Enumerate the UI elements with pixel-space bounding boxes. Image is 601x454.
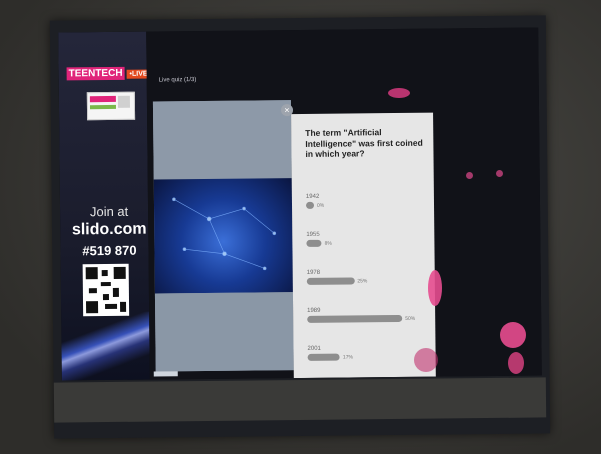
presentation-control[interactable] bbox=[153, 371, 178, 377]
poll-panel: The term "Artificial Intelligence" was f… bbox=[291, 112, 436, 379]
quiz-tab-label: Live quiz (1/3) bbox=[158, 77, 197, 84]
pink-light bbox=[508, 352, 524, 374]
poll-result-percent: 0% bbox=[316, 202, 325, 209]
poll-option: 1955 8% bbox=[306, 231, 426, 247]
pink-light bbox=[414, 348, 438, 372]
poll-option-year: 1978 bbox=[306, 269, 321, 276]
poll-result-bar bbox=[306, 239, 322, 247]
join-instructions: Join at slido.com #519 870 bbox=[70, 204, 149, 259]
pink-light bbox=[388, 88, 410, 98]
poll-option-year: 1955 bbox=[306, 231, 320, 238]
poll-option: 1942 0% bbox=[306, 193, 426, 209]
poll-result-bar bbox=[307, 314, 403, 323]
close-icon[interactable]: × bbox=[280, 104, 294, 117]
screen-bottom-band bbox=[53, 377, 547, 423]
pink-light bbox=[500, 322, 526, 348]
poll-result-percent: 50% bbox=[405, 315, 416, 322]
poll-result-percent: 25% bbox=[357, 277, 368, 284]
brand-name: TEENTECH bbox=[66, 66, 125, 81]
poll-option-year: 1942 bbox=[305, 193, 320, 200]
poll-result-bar bbox=[306, 277, 355, 285]
pink-light bbox=[496, 170, 503, 177]
network-illustration bbox=[172, 197, 277, 271]
question-image bbox=[152, 100, 294, 372]
pink-light bbox=[428, 270, 442, 306]
poll-option-year: 1989 bbox=[307, 307, 321, 314]
event-sidebar: TEENTECH •LIVE Join at slido.com #519 870 bbox=[58, 31, 151, 381]
event-logo-thumbnail bbox=[86, 91, 136, 121]
poll-option: 1989 50% bbox=[307, 307, 427, 323]
decorative-light-streaks bbox=[61, 311, 150, 381]
qr-code-icon bbox=[82, 263, 130, 317]
teentech-logo: TEENTECH •LIVE bbox=[66, 66, 151, 81]
poll-result-bar bbox=[305, 201, 315, 209]
join-label: Join at bbox=[89, 203, 129, 220]
pink-light bbox=[466, 172, 473, 179]
poll-option: 1978 25% bbox=[307, 269, 427, 285]
poll-result-percent: 8% bbox=[324, 240, 332, 247]
projected-display: TEENTECH •LIVE Join at slido.com #519 870… bbox=[58, 27, 542, 381]
poll-result-bar bbox=[307, 353, 340, 361]
join-code: #519 870 bbox=[82, 242, 137, 259]
join-site: slido.com bbox=[71, 220, 147, 239]
poll-option: 2001 17% bbox=[307, 345, 427, 361]
poll-result-percent: 17% bbox=[342, 353, 353, 361]
quiz-question: The term "Artificial Intelligence" was f… bbox=[305, 127, 423, 160]
quiz-tab[interactable]: Live quiz (1/3) bbox=[159, 77, 197, 83]
poll-option-year: 2001 bbox=[307, 345, 321, 352]
